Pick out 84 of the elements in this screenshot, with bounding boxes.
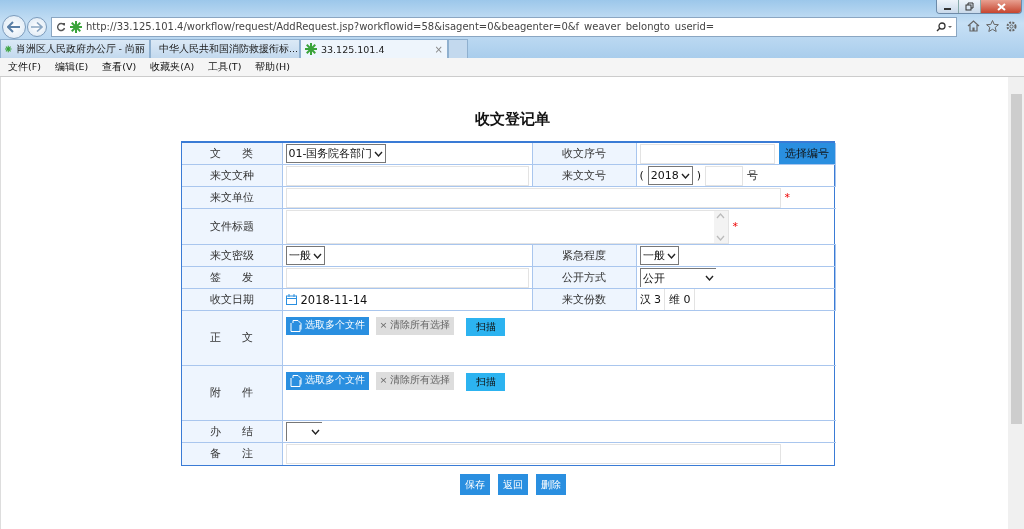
chevron-down-icon [716,234,725,241]
menu-item[interactable]: 帮助(H) [255,60,290,74]
field-label: 来文份数 [532,289,637,311]
select-field[interactable]: 公开 [639,268,716,287]
browser-tab[interactable]: 中华人民共和国消防救援衔标... [150,39,300,58]
field-label: 文件标题 [181,209,283,245]
suffix-text: 号 [747,168,759,183]
menu-item[interactable]: 文件(F) [8,60,41,74]
chevron-down-icon [310,428,320,436]
menu-item[interactable]: 收藏夹(A) [150,60,195,74]
form-title: 收文登记单 [475,110,550,129]
field-label: 收文日期 [181,289,283,311]
new-tab-button[interactable] [448,39,468,58]
field-label: 正 文 [181,311,283,366]
settings-icon[interactable] [1005,20,1018,33]
input-field[interactable] [285,165,529,186]
star-icon[interactable] [986,20,999,32]
required-mark: * [732,220,738,233]
refresh-icon[interactable] [56,21,66,32]
restore-button[interactable] [959,0,981,13]
copies-field[interactable]: 维 0 [669,289,695,310]
input-field[interactable] [705,165,744,186]
tab-title: 中华人民共和国消防救援衔标... [159,42,299,56]
field-label: 来文单位 [181,187,283,209]
bracket-text: ) [696,169,702,182]
select-field[interactable]: 01-国务院各部门 [285,144,387,163]
minimize-button[interactable] [937,0,959,13]
chevron-down-icon [312,251,322,260]
field-label: 来文文种 [181,165,283,187]
calendar-icon[interactable] [285,294,297,305]
tab-title: 33.125.101.4 [321,43,386,55]
input-field[interactable] [285,444,781,464]
select-number-button[interactable]: 选择编号 [778,143,835,164]
chevron-up-icon [716,212,725,219]
page-scrollbar[interactable] [1008,77,1024,529]
bracket-text: ( [639,169,644,182]
copies-field[interactable]: 汉 3 [639,289,665,310]
field-label: 来文密级 [181,245,283,267]
select-field[interactable]: 一般 [285,246,325,265]
field-label: 来文文号 [532,165,637,187]
menu-item[interactable]: 查看(V) [102,60,137,74]
address-bar[interactable]: http://33.125.101.4/workflow/request/AddRequest.jsp?workflowid=58&isagent=0&beagenter=0&f_weaver_belongto_userid= [51,16,957,37]
browser-tab[interactable]: 肖洲区人民政府办公厅 - 尚丽 [0,39,150,58]
scan-button[interactable]: 扫描 [466,318,506,336]
home-icon[interactable] [967,20,980,32]
field-label: 签 发 [181,267,283,289]
browser-tab[interactable]: 33.125.101.4 × [300,39,448,58]
field-label: 收文序号 [532,143,637,165]
input-field[interactable] [285,187,781,208]
select-field[interactable]: 一般 [639,246,679,265]
restore-icon [965,2,974,11]
field-label: 备 注 [181,443,283,465]
file-icon [289,374,302,387]
scrollbar-thumb[interactable] [1010,94,1022,424]
select-field[interactable] [285,422,322,441]
close-button[interactable] [981,0,1021,13]
text-area[interactable] [285,209,729,244]
forward-arrow-icon [31,21,43,32]
url-text: http://33.125.101.4/workflow/request/AddRequest.jsp?workflowid=58&isagent=0&beagenter=0&f_weaver_belongto_userid= [86,21,716,32]
input-field[interactable] [285,267,529,288]
field-label: 办 结 [181,421,283,443]
menu-item[interactable]: 工具(T) [208,60,242,74]
required-mark: * [784,191,790,204]
back-button[interactable] [2,14,26,39]
chevron-down-icon [680,171,690,180]
scrollbar[interactable] [713,210,728,243]
field-label: 紧急程度 [532,245,637,267]
forward-button[interactable] [27,16,47,37]
search-icon[interactable] [936,21,952,32]
tab-title: 肖洲区人民政府办公厅 - 尚丽 [15,42,145,56]
date-text: 2018-11-14 [300,292,368,307]
back-arrow-icon [7,20,21,33]
chevron-down-icon [666,251,676,260]
scan-button[interactable]: 扫描 [466,373,506,391]
chevron-down-icon [704,274,714,282]
field-label: 附 件 [181,366,283,421]
field-label: 文 类 [181,143,283,165]
file-icon [289,319,302,332]
chevron-down-icon [374,149,384,158]
menu-item[interactable]: 编辑(E) [54,60,89,74]
close-icon [996,2,1006,11]
field-label: 公开方式 [532,267,637,289]
input-field[interactable] [639,143,775,164]
select-field[interactable]: 2018 [647,166,693,185]
